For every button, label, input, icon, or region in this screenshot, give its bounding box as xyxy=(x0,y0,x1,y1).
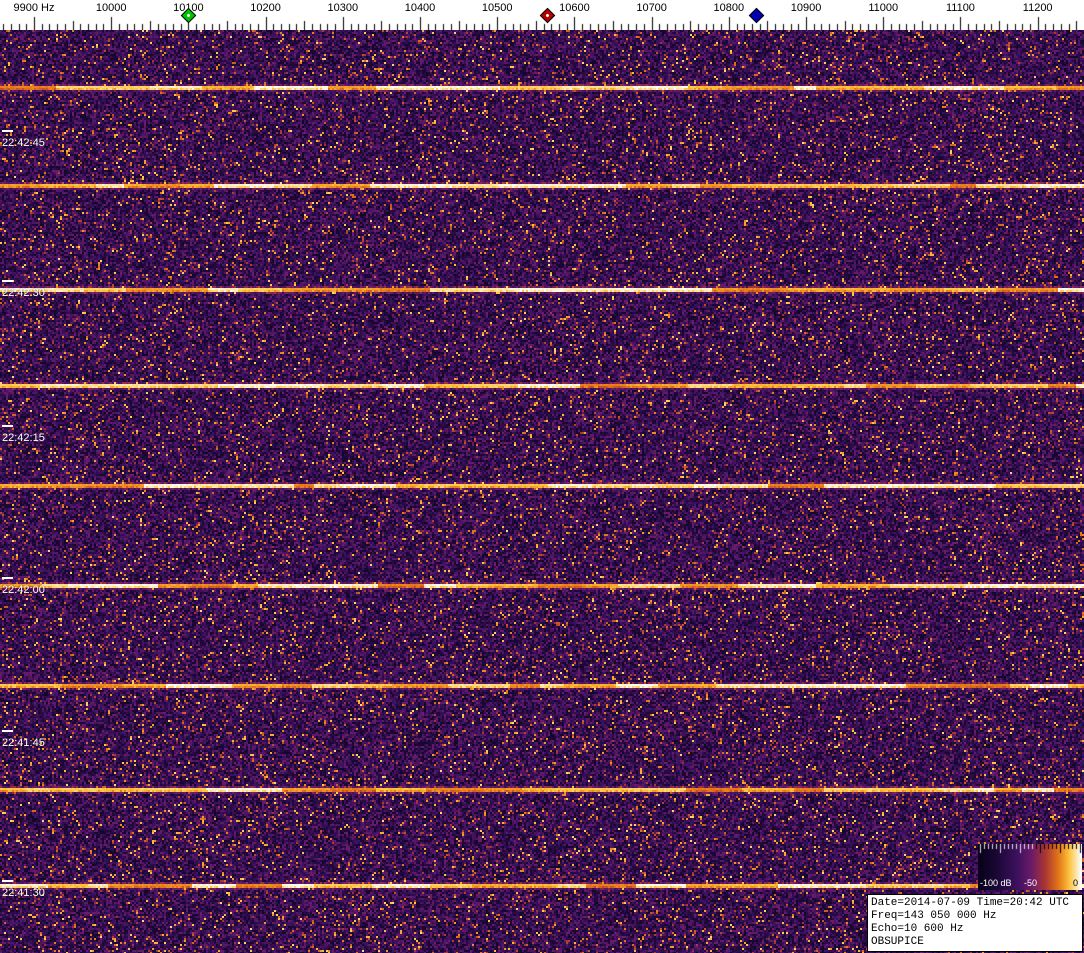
info-frequency: Freq=143 050 000 Hz xyxy=(871,910,997,922)
spectrogram-app: 9900 Hz100001010010200103001040010500106… xyxy=(0,0,1084,953)
amp-label-mid: -50 xyxy=(1024,878,1038,888)
frequency-ruler: 9900 Hz100001010010200103001040010500106… xyxy=(0,0,1084,30)
spectrogram-canvas[interactable] xyxy=(0,30,1084,953)
amplitude-scale: -100 dB -50 0 xyxy=(978,844,1082,890)
info-box: Date=2014-07-09 Time=20:42 UTC Freq=143 … xyxy=(867,894,1083,952)
info-date-time: Date=2014-07-09 Time=20:42 UTC xyxy=(871,897,1070,909)
marker-center-dot xyxy=(545,13,551,18)
waterfall[interactable]: 22:42:45 22:42:30 22:42:15 22:42:00 22:41:45… xyxy=(0,30,1084,953)
amp-label-min: -100 dB xyxy=(980,878,1012,888)
amp-label-max: 0 xyxy=(1073,878,1079,888)
info-station: OBSUPICE xyxy=(871,936,924,948)
marker-center-dot xyxy=(186,13,191,18)
info-echo: Echo=10 600 Hz xyxy=(871,923,964,935)
